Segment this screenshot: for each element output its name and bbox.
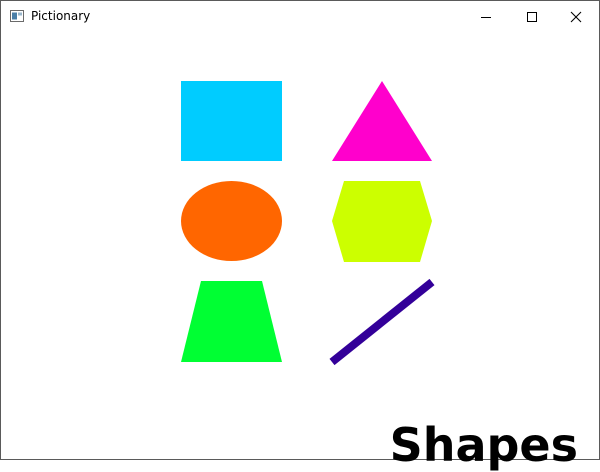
app-icon — [10, 10, 24, 22]
minimize-button[interactable] — [463, 1, 509, 32]
title-bar[interactable]: Pictionary — [1, 1, 599, 32]
trapezoid-shape — [181, 281, 282, 362]
drawing-canvas: Shapes — [1, 32, 599, 468]
maximize-button[interactable] — [509, 1, 555, 32]
close-icon — [570, 11, 582, 22]
hexagon-shape — [332, 181, 432, 262]
ellipse-shape — [181, 181, 282, 261]
app-window: Pictionary Shapes — [0, 0, 600, 468]
shapes-label: Shapes — [389, 418, 578, 472]
maximize-icon — [527, 11, 537, 22]
close-button[interactable] — [553, 1, 599, 32]
line-shape — [329, 278, 435, 366]
minimize-icon — [481, 16, 491, 18]
window-title: Pictionary — [31, 9, 91, 23]
triangle-shape — [332, 81, 432, 161]
rectangle-shape — [181, 81, 282, 161]
